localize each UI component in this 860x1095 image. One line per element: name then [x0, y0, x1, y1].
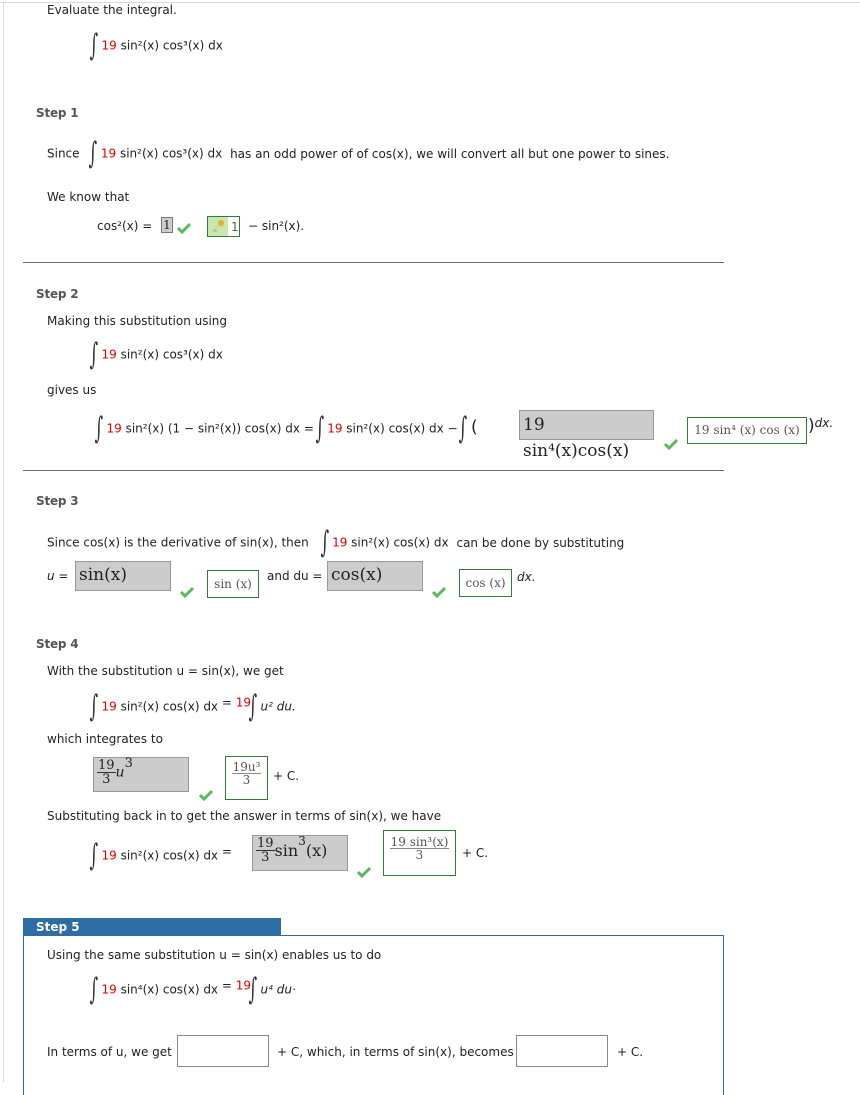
step4-answer-field[interactable]: 19 3 u3 — [93, 757, 189, 792]
u-expression-input[interactable] — [177, 1035, 269, 1067]
integral-sign-icon: ∫ — [320, 525, 329, 560]
step4-intro: With the substitution u = sin(x), we get — [47, 664, 284, 678]
step5-integral: ∫ 19 sin⁴(x) cos(x) dx = 19∫ u⁴ du· — [89, 972, 296, 1007]
step2-label: Step 2 — [36, 287, 79, 301]
integrates-to-text: which integrates to — [47, 732, 163, 746]
and-du-label: and du = — [267, 569, 323, 583]
in-terms-u-text: In terms of u, we get — [47, 1045, 172, 1059]
divider — [23, 262, 724, 263]
since-text: Since cos(x) is the derivative of sin(x)… — [47, 535, 309, 550]
integrand: sin²(x) cos³(x) dx — [116, 38, 223, 53]
step1-label: Step 1 — [36, 106, 79, 120]
integral-sign-icon: ∫ — [89, 972, 99, 1007]
identity-rhs: − sin²(x). — [248, 219, 305, 233]
key-icon — [213, 220, 224, 232]
question-prompt: Evaluate the integral. — [47, 3, 177, 17]
frame-left-border — [3, 2, 4, 1082]
check-icon — [432, 586, 446, 598]
step4-correct-answer: 19u³ 3 — [225, 756, 268, 800]
step5-intro: Using the same substitution u = sin(x) e… — [47, 948, 382, 962]
equals-sign: = — [221, 978, 232, 993]
coefficient: 19 — [106, 421, 122, 436]
middle-text: + C, which, in terms of sin(x), becomes — [277, 1045, 514, 1059]
step2-intro: Making this substitution using — [47, 314, 228, 328]
coefficient: 19 — [332, 535, 348, 550]
integral-sign-icon: ∫ — [459, 411, 468, 446]
step2-close: )dx. — [808, 416, 834, 436]
sin-expression-input[interactable] — [516, 1035, 608, 1067]
step1-correct-answer: 1 — [207, 216, 240, 237]
integral-sign-icon: ∫ — [248, 689, 258, 724]
divider — [23, 470, 724, 471]
step3-label: Step 3 — [36, 494, 79, 508]
integrand: sin²(x) cos(x) dx — [347, 535, 449, 550]
integrand: sin⁴(x) cos(x) dx — [116, 982, 219, 997]
equals-sign: = — [221, 695, 232, 710]
explanation-text: has an odd power of of cos(x), we will c… — [230, 146, 670, 161]
step4-label: Step 4 — [36, 637, 79, 651]
integrand: sin²(x) cos³(x) dx — [116, 347, 223, 362]
coefficient: 19 — [101, 347, 117, 362]
check-icon — [199, 789, 213, 801]
step2-expansion: ∫ 19 sin²(x) (1 − sin²(x)) cos(x) dx = ∫… — [94, 411, 478, 446]
equals-sign: = — [221, 844, 232, 859]
u-correct-answer: sin (x) — [207, 570, 259, 598]
integrand: sin²(x) cos(x) dx — [116, 699, 219, 714]
step2-integral: ∫ 19 sin²(x) cos³(x) dx — [89, 337, 223, 372]
plus-c: + C. — [617, 1045, 644, 1059]
plus-c: + C. — [273, 769, 300, 783]
du-correct-answer: cos (x) — [459, 569, 512, 597]
u-label: u = — [47, 569, 69, 583]
step2-answer-field[interactable]: 19 sin⁴(x)cos(x) — [519, 410, 654, 461]
question-integral: ∫ 19 sin²(x) cos³(x) dx — [89, 28, 223, 63]
coefficient: 19 — [100, 146, 117, 161]
we-know-text: We know that — [47, 190, 130, 204]
step2-correct-answer: 19 sin⁴ (x) cos (x) — [687, 417, 807, 444]
coefficient: 19 — [101, 982, 117, 997]
integral-sign-icon: ∫ — [248, 972, 258, 1007]
since-text: Since — [47, 146, 80, 161]
step5-label: Step 5 — [23, 918, 281, 936]
check-icon — [357, 866, 371, 878]
dx-text: dx. — [517, 570, 536, 584]
minus-sign: − — [447, 421, 458, 436]
check-icon — [180, 586, 194, 598]
step4-final-answer-field[interactable]: 19 3 sin3(x) — [252, 835, 348, 871]
coefficient: 19 — [101, 848, 117, 863]
coefficient: 19 — [101, 38, 117, 53]
check-icon — [177, 222, 191, 234]
open-paren: ( — [470, 417, 478, 438]
check-icon — [664, 438, 678, 450]
u-answer-field[interactable]: sin(x) — [75, 561, 171, 591]
tail-text: can be done by substituting — [456, 535, 625, 550]
step4-final-correct-answer: 19 sin³(x) 3 — [383, 830, 456, 876]
step3-statement: Since cos(x) is the derivative of sin(x)… — [47, 528, 624, 558]
step4-final-integral: ∫ 19 sin²(x) cos(x) dx = — [89, 838, 232, 873]
coefficient: 19 — [327, 421, 343, 436]
plus-c: + C. — [462, 846, 489, 860]
step1-statement: Since ∫ 19 sin²(x) cos³(x) dx has an odd… — [47, 139, 669, 169]
integral-sign-icon: ∫ — [94, 411, 104, 446]
rhs-integrand: u⁴ du· — [260, 982, 296, 997]
gives-us-text: gives us — [47, 383, 97, 397]
step1-answer-field[interactable]: 1 — [161, 217, 173, 233]
integral-sign-icon: ∫ — [89, 689, 99, 724]
correct-value: 1 — [231, 220, 239, 234]
integrand: sin²(x) cos³(x) dx — [116, 146, 223, 161]
identity-lhs: cos²(x) = — [97, 219, 153, 233]
integral-sign-icon: ∫ — [89, 838, 99, 873]
term1-integrand: sin²(x) cos(x) dx — [342, 421, 444, 436]
integral-sign-icon: ∫ — [89, 28, 99, 63]
du-answer-field[interactable]: cos(x) — [327, 561, 423, 591]
coefficient: 19 — [101, 699, 117, 714]
integral-sign-icon: ∫ — [89, 337, 99, 372]
integrand: sin²(x) cos(x) dx — [116, 848, 219, 863]
integral-sign-icon: ∫ — [315, 411, 324, 446]
rhs-integrand: u² du. — [260, 699, 296, 714]
expanded-integrand: sin²(x) (1 − sin²(x)) cos(x) dx — [121, 421, 300, 436]
equals-sign: = — [303, 421, 314, 436]
integral-sign-icon: ∫ — [88, 136, 98, 171]
step4-integral: ∫ 19 sin²(x) cos(x) dx = 19∫ u² du. — [89, 689, 296, 724]
back-sub-text: Substituting back in to get the answer i… — [47, 809, 442, 823]
